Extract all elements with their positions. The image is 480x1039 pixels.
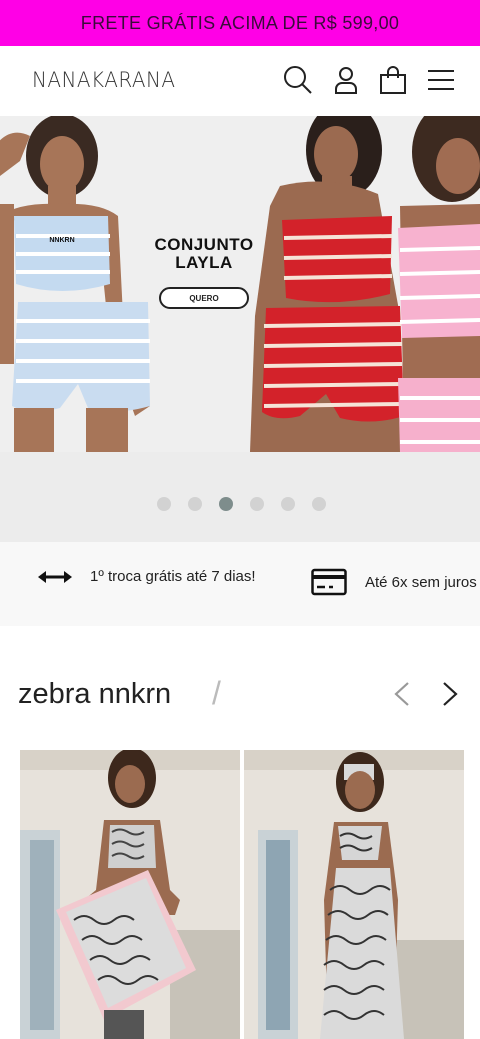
hero-title: CONJUNTO LAYLA	[134, 236, 274, 272]
hero-banner[interactable]: NNKRN CONJUNTO LAYLA QUERO	[0, 116, 480, 452]
section-header: zebra nnkrn /	[0, 660, 480, 730]
product-card[interactable]	[244, 750, 464, 1039]
menu-icon[interactable]	[425, 64, 457, 96]
chevron-right-icon[interactable]	[436, 680, 464, 708]
double-arrow-icon	[38, 569, 72, 585]
product-image	[244, 750, 464, 1039]
slider-dot-active[interactable]	[219, 497, 233, 511]
benefit-installments-text: Até 6x sem juros	[365, 573, 477, 591]
section-slash: /	[212, 675, 221, 711]
benefit-exchange-text: 1º troca grátis até 7 dias!	[90, 568, 256, 585]
benefits-strip: 1º troca grátis até 7 dias! Até 6x sem j…	[0, 542, 480, 626]
shirt-label: NNKRN	[49, 237, 75, 244]
slider-dot[interactable]	[312, 497, 326, 511]
slider-dot[interactable]	[250, 497, 264, 511]
header: NANAKARANA	[0, 46, 480, 116]
product-carousel	[0, 750, 480, 1039]
slider-controls	[0, 452, 480, 542]
product-image	[20, 750, 240, 1039]
chevron-left-icon[interactable]	[388, 680, 416, 708]
credit-card-icon	[311, 568, 347, 596]
logo[interactable]: NANAKARANA	[32, 68, 176, 92]
hero-cta-button[interactable]: QUERO	[159, 287, 249, 309]
slider-dot[interactable]	[281, 497, 295, 511]
benefit-installments: Até 6x sem juros	[311, 568, 477, 596]
benefit-exchange: 1º troca grátis até 7 dias!	[38, 568, 256, 585]
product-card[interactable]	[20, 750, 240, 1039]
slider-dot[interactable]	[188, 497, 202, 511]
search-icon[interactable]	[282, 64, 314, 96]
hero-image	[0, 116, 480, 452]
hero-title-line1: CONJUNTO	[154, 235, 254, 254]
slider-dot[interactable]	[157, 497, 171, 511]
user-icon[interactable]	[330, 64, 362, 96]
slider-dots	[157, 497, 326, 511]
section-title: zebra nnkrn	[18, 678, 172, 710]
promo-text: FRETE GRÁTIS ACIMA DE R$ 599,00	[80, 12, 400, 33]
hero-title-line2: LAYLA	[175, 253, 233, 272]
bag-icon[interactable]	[377, 64, 409, 96]
promo-bar: FRETE GRÁTIS ACIMA DE R$ 599,00	[0, 0, 480, 46]
